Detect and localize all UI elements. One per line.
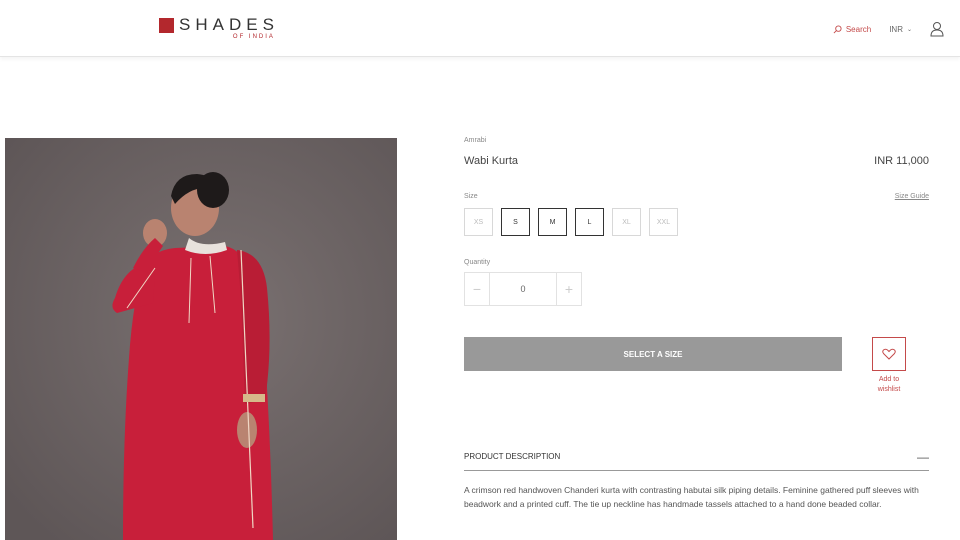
- logo-subtitle: OF INDIA: [232, 34, 275, 40]
- product-price: INR 11,000: [874, 155, 929, 167]
- chevron-down-icon: ⌄: [906, 26, 912, 33]
- quantity-stepper: − 0 +: [464, 272, 582, 306]
- size-option-xs[interactable]: XS: [464, 208, 493, 236]
- size-guide-link[interactable]: Size Guide: [895, 193, 929, 200]
- wishlist-button[interactable]: Add to wishlist: [871, 337, 907, 395]
- product-image[interactable]: [5, 138, 397, 540]
- size-option-s[interactable]: S: [501, 208, 530, 236]
- size-option-m[interactable]: M: [538, 208, 567, 236]
- size-option-l[interactable]: L: [575, 208, 604, 236]
- product-title: Wabi Kurta: [464, 155, 519, 167]
- wishlist-label[interactable]: Add to wishlist: [869, 375, 909, 395]
- currency-label: INR: [889, 24, 903, 34]
- collapse-icon[interactable]: —: [917, 450, 929, 464]
- logo-title: SHADES: [179, 15, 279, 34]
- currency-selector[interactable]: INR ⌄: [889, 25, 912, 34]
- product-brand[interactable]: Amrabi: [464, 137, 929, 144]
- user-icon[interactable]: [930, 21, 944, 37]
- description-title: PRODUCT DESCRIPTION: [464, 452, 561, 461]
- logo-mark: [159, 18, 174, 33]
- size-option-xxl[interactable]: XXL: [649, 208, 678, 236]
- size-label: Size: [464, 193, 478, 200]
- quantity-decrement-button[interactable]: −: [465, 273, 489, 305]
- quantity-value[interactable]: 0: [489, 273, 557, 305]
- quantity-label: Quantity: [464, 259, 491, 266]
- heart-icon: [882, 348, 896, 360]
- select-size-button[interactable]: SELECT A SIZE: [464, 337, 842, 371]
- description-text: A crimson red handwoven Chanderi kurta w…: [464, 485, 919, 509]
- search-link[interactable]: Search: [833, 25, 871, 34]
- size-option-xl[interactable]: XL: [612, 208, 641, 236]
- search-icon: [833, 24, 842, 33]
- description-header[interactable]: PRODUCT DESCRIPTION —: [464, 443, 929, 471]
- site-header: SHADES OF INDIA Search INR ⌄: [0, 0, 960, 57]
- search-label: Search: [845, 24, 872, 34]
- quantity-increment-button[interactable]: +: [557, 273, 581, 305]
- product-details: Amrabi Wabi Kurta INR 11,000 Size Size G…: [464, 137, 929, 509]
- site-logo[interactable]: SHADES OF INDIA: [159, 16, 279, 42]
- size-options: XS S M L XL XXL: [464, 208, 929, 236]
- product-photo: [5, 138, 397, 540]
- wishlist-box[interactable]: [872, 337, 906, 371]
